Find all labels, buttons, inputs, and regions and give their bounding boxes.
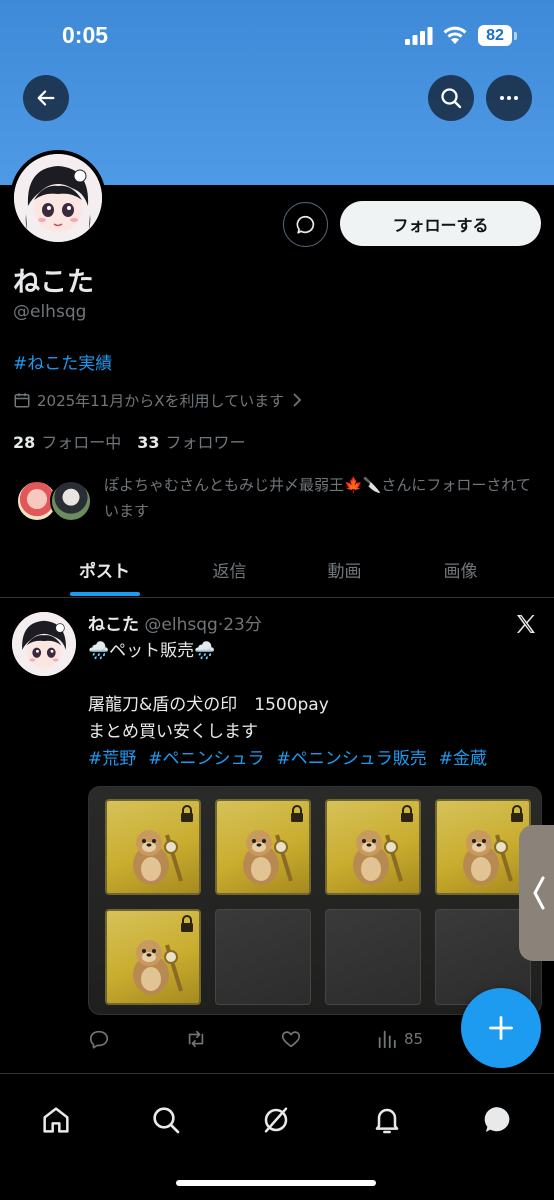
post-media-image[interactable] [88, 786, 542, 1015]
tab-images[interactable]: 画像 [403, 540, 518, 598]
search-icon [153, 1107, 180, 1134]
hashtag-link[interactable]: #ペニンシュラ販売 [277, 749, 427, 769]
tab-videos[interactable]: 動画 [287, 540, 402, 598]
joined-date-text: 2025年11月からXを利用しています [37, 391, 285, 410]
bell-icon [375, 1108, 399, 1134]
follow-button[interactable]: フォローする [340, 201, 541, 246]
empty-item-slot [325, 909, 421, 1005]
post-time[interactable]: 23分 [223, 615, 262, 635]
messages-icon [484, 1107, 510, 1133]
plus-icon [489, 1016, 513, 1040]
hashtag-link[interactable]: #荒野 [88, 749, 136, 769]
views-button[interactable]: 85 [376, 1028, 423, 1050]
following-count: 28 [13, 433, 36, 452]
battery-level: 82 [478, 25, 512, 46]
reply-button[interactable] [88, 1028, 110, 1050]
post-author-avatar[interactable] [12, 612, 76, 676]
pet-item-slot [325, 799, 421, 895]
heart-icon [281, 1031, 301, 1048]
tab-posts[interactable]: ポスト [47, 540, 162, 598]
status-bar: 0:05 82 [0, 0, 554, 72]
post-text: 🌧️ペット販売🌧️ 屠龍刀&盾の犬の印 1500pay まとめ買い安くします #… [88, 638, 548, 773]
repost-button[interactable] [184, 1028, 208, 1050]
calendar-icon [14, 393, 30, 408]
nav-home[interactable] [38, 1102, 74, 1138]
search-icon [441, 88, 462, 109]
post-text-line: まとめ買い安くします [88, 722, 258, 742]
pet-item-slot [105, 909, 201, 1005]
follow-stats: 28 フォロー中 33 フォロワー [13, 429, 246, 453]
avatar-illustration [12, 612, 76, 676]
grok-icon [264, 1107, 288, 1133]
mutual-follower-avatar [50, 480, 92, 522]
like-button[interactable] [279, 1028, 303, 1050]
chevron-right-icon [293, 393, 302, 407]
profile-avatar[interactable] [10, 150, 106, 246]
arrow-left-icon [37, 90, 55, 106]
signal-icon [405, 27, 433, 45]
message-bubble-icon [296, 215, 314, 234]
followers-link[interactable]: 33 フォロワー [137, 429, 245, 453]
following-link[interactable]: 28 フォロー中 [13, 429, 121, 453]
joined-date-row[interactable]: 2025年11月からXを利用しています [13, 389, 308, 411]
home-indicator [176, 1180, 376, 1186]
post-text-line [88, 665, 548, 692]
profile-tabs: ポスト 返信 動画 画像 [0, 540, 554, 598]
pet-item-slot [215, 799, 311, 895]
repost-icon [188, 1030, 204, 1048]
wifi-icon [443, 26, 467, 44]
avatar-illustration [14, 154, 102, 242]
compose-button[interactable] [461, 988, 541, 1068]
post-hashtags: #荒野 #ペニンシュラ #ペニンシュラ販売 #金蔵 [88, 746, 548, 773]
post-header: ねこた @elhsqg·23分 [88, 610, 262, 635]
battery-icon: 82 [478, 25, 520, 47]
pet-item-slot [105, 799, 201, 895]
views-count: 85 [404, 1030, 424, 1048]
nav-grok[interactable] [258, 1102, 294, 1138]
more-horizontal-icon [500, 96, 518, 100]
nav-messages[interactable] [480, 1102, 516, 1138]
message-button[interactable] [283, 202, 328, 247]
post-text-line: 屠龍刀&盾の犬の印 1500pay [88, 695, 329, 715]
post-text-line: 🌧️ペット販売🌧️ [88, 641, 216, 661]
home-icon [43, 1107, 69, 1133]
following-label: フォロー中 [41, 433, 122, 452]
post-author-name[interactable]: ねこた [88, 615, 139, 635]
nav-search[interactable] [148, 1102, 184, 1138]
pet-item-slot [435, 799, 531, 895]
hashtag-link[interactable]: #金蔵 [439, 749, 487, 769]
empty-item-slot [215, 909, 311, 1005]
search-button[interactable] [428, 75, 474, 121]
status-time: 0:05 [62, 22, 109, 48]
post-author-handle[interactable]: @elhsqg [144, 615, 217, 635]
hashtag-link[interactable]: #ペニンシュラ [148, 749, 264, 769]
nav-notifications[interactable] [369, 1102, 405, 1138]
followers-count: 33 [137, 433, 160, 452]
x-logo-icon [517, 615, 535, 633]
reply-icon [89, 1030, 109, 1049]
active-tab-indicator [70, 592, 140, 596]
followers-you-know[interactable]: ぽよちゃむさんともみじ井〆最弱王🍁🔪さんにフォローされています [14, 472, 544, 532]
side-panel-handle[interactable] [519, 825, 554, 961]
chevron-left-icon [533, 876, 545, 910]
bio-hashtag-link[interactable]: #ねこた実績 [13, 349, 112, 374]
followed-by-text: ぽよちゃむさんともみじ井〆最弱王🍁🔪さんにフォローされています [104, 476, 531, 520]
followers-label: フォロワー [165, 433, 246, 452]
tab-replies[interactable]: 返信 [172, 540, 287, 598]
profile-handle: @elhsqg [13, 302, 87, 322]
profile-display-name: ねこた [13, 267, 94, 298]
more-button[interactable] [486, 75, 532, 121]
back-button[interactable] [23, 75, 69, 121]
views-bar-icon [378, 1030, 396, 1049]
